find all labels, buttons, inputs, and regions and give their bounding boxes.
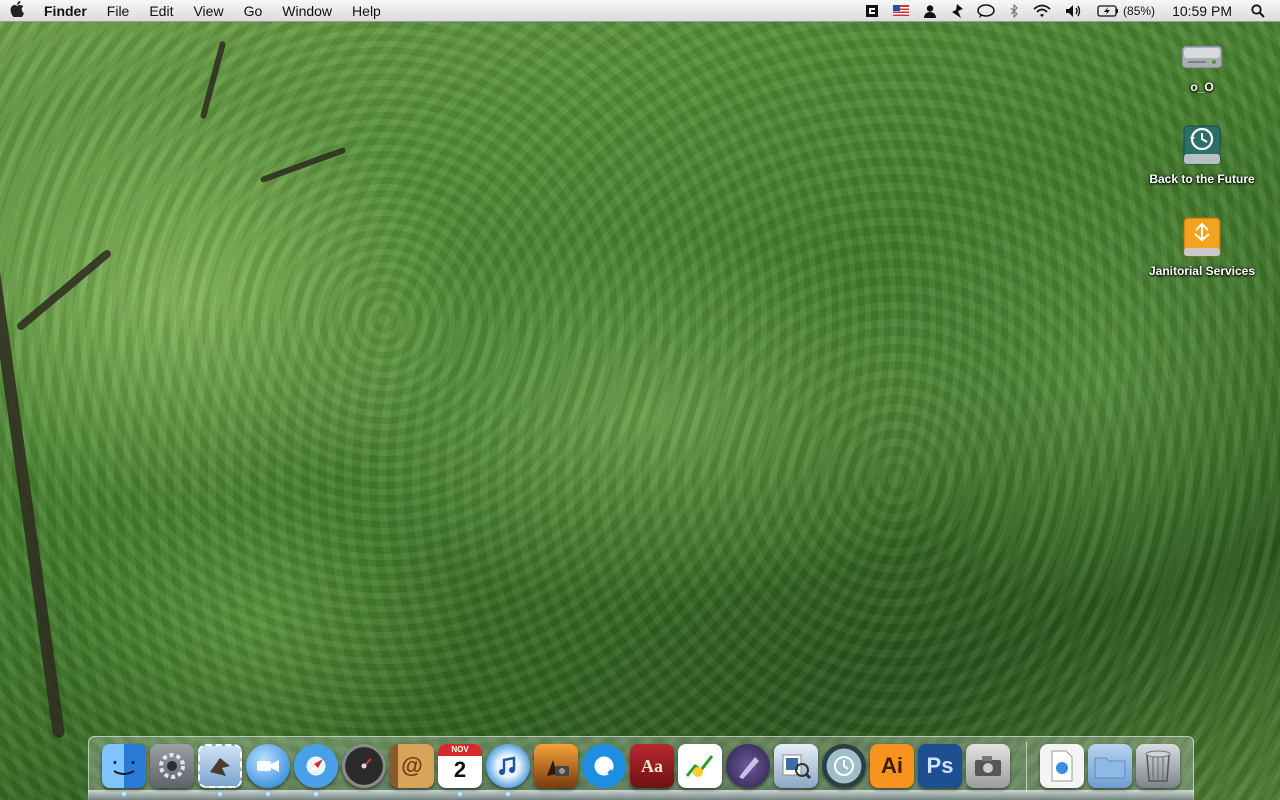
menu-go[interactable]: Go xyxy=(234,0,273,22)
running-indicator xyxy=(314,792,318,796)
photoshop-icon[interactable]: Ps xyxy=(918,744,962,788)
running-indicator xyxy=(122,792,126,796)
mail-icon[interactable] xyxy=(198,744,242,788)
desktop-icon-label: Janitorial Services xyxy=(1148,264,1256,278)
wifi-icon[interactable] xyxy=(1026,0,1058,22)
dictionary-label: Aa xyxy=(641,755,663,776)
menu-help[interactable]: Help xyxy=(342,0,391,22)
ichat-icon[interactable] xyxy=(246,744,290,788)
menu-app-name[interactable]: Finder xyxy=(34,0,97,22)
system-preferences-icon[interactable] xyxy=(150,744,194,788)
battery-status[interactable]: (85%) xyxy=(1090,0,1162,22)
spotlight-search-icon[interactable] xyxy=(1244,0,1272,22)
desktop-icon-back-to-the-future[interactable]: Back to the Future xyxy=(1137,124,1267,186)
pen-app-icon[interactable] xyxy=(726,744,770,788)
ical-day: 2 xyxy=(453,757,467,782)
address-book-icon[interactable]: @ xyxy=(390,744,434,788)
iphoto-icon[interactable] xyxy=(534,744,578,788)
menu-bar: Finder File Edit View Go Window Help (85… xyxy=(0,0,1280,22)
script-menu-icon[interactable] xyxy=(858,0,886,22)
safari-icon[interactable] xyxy=(294,744,338,788)
menu-edit[interactable]: Edit xyxy=(139,0,183,22)
stocks-icon[interactable] xyxy=(678,744,722,788)
quicktime-icon[interactable] xyxy=(582,744,626,788)
document-icon[interactable] xyxy=(1040,744,1084,788)
growl-icon[interactable] xyxy=(944,0,970,22)
illustrator-label: Ai xyxy=(881,753,903,778)
battery-percent: (85%) xyxy=(1123,3,1156,18)
bluetooth-icon[interactable] xyxy=(1002,0,1026,22)
running-indicator xyxy=(458,792,462,796)
finder-icon[interactable] xyxy=(102,744,146,788)
folder-icon[interactable] xyxy=(1088,744,1132,788)
desktop-icon-o-o[interactable]: o_O xyxy=(1137,32,1267,94)
time-machine-icon[interactable] xyxy=(822,744,866,788)
hard-drive-icon xyxy=(1180,32,1224,76)
dock-shelf xyxy=(88,790,1194,800)
desktop-icon-janitorial-services[interactable]: Janitorial Services xyxy=(1137,216,1267,278)
menu-view[interactable]: View xyxy=(183,0,233,22)
desktop-icon-label: Back to the Future xyxy=(1149,172,1255,186)
volume-icon[interactable] xyxy=(1058,0,1090,22)
dashboard-icon[interactable] xyxy=(342,744,386,788)
dictionary-icon[interactable]: Aa xyxy=(630,744,674,788)
user-icon[interactable] xyxy=(916,0,944,22)
external-drive-icon xyxy=(1180,216,1224,260)
preview-icon[interactable] xyxy=(774,744,818,788)
dock-separator xyxy=(1026,742,1027,792)
running-indicator xyxy=(218,792,222,796)
battery-icon xyxy=(1097,4,1119,17)
ichat-status-icon[interactable] xyxy=(970,0,1002,22)
menu-window[interactable]: Window xyxy=(272,0,342,22)
running-indicator xyxy=(506,792,510,796)
apple-icon[interactable] xyxy=(0,0,34,21)
photoshop-label: Ps xyxy=(926,753,954,778)
input-source-flag-icon[interactable] xyxy=(886,0,916,22)
menu-clock[interactable]: 10:59 PM xyxy=(1162,3,1244,19)
trash-icon[interactable] xyxy=(1136,744,1180,788)
illustrator-icon[interactable]: Ai xyxy=(870,744,914,788)
ical-icon[interactable]: NOV 2 xyxy=(438,744,482,788)
image-capture-icon[interactable] xyxy=(966,744,1010,788)
desktop-wallpaper xyxy=(0,0,1280,800)
itunes-icon[interactable] xyxy=(486,744,530,788)
running-indicator xyxy=(266,792,270,796)
menu-file[interactable]: File xyxy=(97,0,140,22)
ical-month: NOV xyxy=(438,744,482,756)
time-machine-drive-icon xyxy=(1180,124,1224,168)
desktop-icon-label: o_O xyxy=(1190,80,1214,94)
